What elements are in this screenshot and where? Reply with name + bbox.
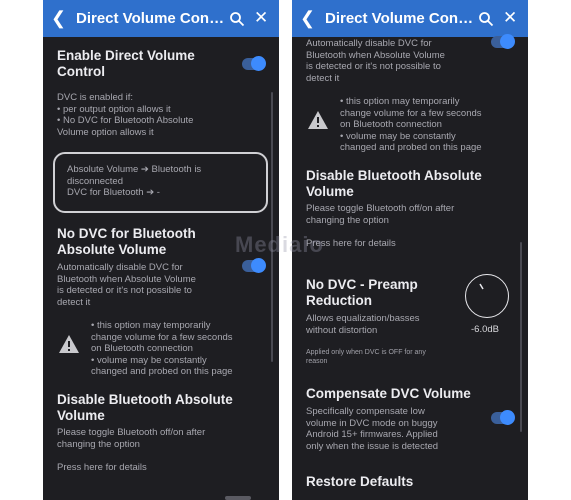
nodvc-bt-description: Automatically disable DVC for Bluetooth w…: [57, 262, 196, 308]
close-icon[interactable]: ✕: [254, 8, 268, 28]
nodvc-bt-title: No DVC for Bluetooth Absolute Volume: [57, 226, 196, 257]
scrollbar[interactable]: [271, 92, 273, 362]
preamp-title: No DVC - Preamp Reduction: [306, 277, 418, 308]
back-arrow-icon[interactable]: ❮: [300, 8, 315, 28]
restore-defaults[interactable]: Restore Defaults: [306, 474, 413, 490]
app-bar: ❮ Direct Volume Control ✕: [292, 0, 528, 37]
knob-pointer-icon: [479, 283, 484, 290]
disable-abs-title: Disable Bluetooth Absolute Volume: [306, 168, 482, 199]
enable-dvc-title: Enable Direct Volume Control: [57, 48, 195, 79]
search-icon[interactable]: [478, 11, 494, 27]
warning-text: • this option may temporarily change volu…: [91, 320, 233, 377]
nodvc-bt-description: Automatically disable DVC for Bluetooth w…: [306, 38, 445, 84]
nodvc-bt-toggle[interactable]: [491, 34, 515, 49]
warning-text: • this option may temporarily change volu…: [340, 96, 482, 153]
scrollbar[interactable]: [520, 242, 522, 432]
close-icon[interactable]: ✕: [503, 8, 517, 28]
preamp-value: -6.0dB: [471, 324, 499, 335]
nodvc-bt-toggle[interactable]: [242, 258, 266, 273]
app-title: Direct Volume Control: [76, 10, 226, 27]
dvc-conditions: DVC is enabled if: • per output option al…: [57, 92, 194, 138]
bottom-handle: [225, 496, 251, 500]
app-title: Direct Volume Control: [325, 10, 475, 27]
search-icon[interactable]: [229, 11, 245, 27]
preamp-knob[interactable]: [465, 274, 509, 318]
disable-abs-title: Disable Bluetooth Absolute Volume: [57, 392, 233, 423]
preamp-description: Allows equalization/basses without distor…: [306, 313, 420, 336]
watermark: Mediaio: [235, 232, 324, 257]
warning-icon: [59, 335, 79, 353]
right-screen: ❮ Direct Volume Control ✕ Automatically …: [292, 0, 528, 500]
compensate-title: Compensate DVC Volume: [306, 386, 471, 401]
disable-abs-description: Please toggle Bluetooth off/on after chan…: [57, 427, 206, 450]
preamp-note: Applied only when DVC is OFF for any reas…: [306, 349, 426, 365]
compensate-toggle[interactable]: [491, 410, 515, 425]
disable-abs-description: Please toggle Bluetooth off/on after chan…: [306, 203, 455, 226]
details-link[interactable]: Press here for details: [57, 462, 147, 474]
back-arrow-icon[interactable]: ❮: [51, 8, 66, 28]
enable-dvc-toggle[interactable]: [242, 56, 266, 71]
compensate-description: Specifically compensate low volume in DVC…: [306, 406, 439, 452]
warning-icon: [308, 111, 328, 129]
app-bar: ❮ Direct Volume Control ✕: [43, 0, 279, 37]
status-info-text: Absolute Volume ➔ Bluetooth is disconnect…: [67, 164, 202, 198]
